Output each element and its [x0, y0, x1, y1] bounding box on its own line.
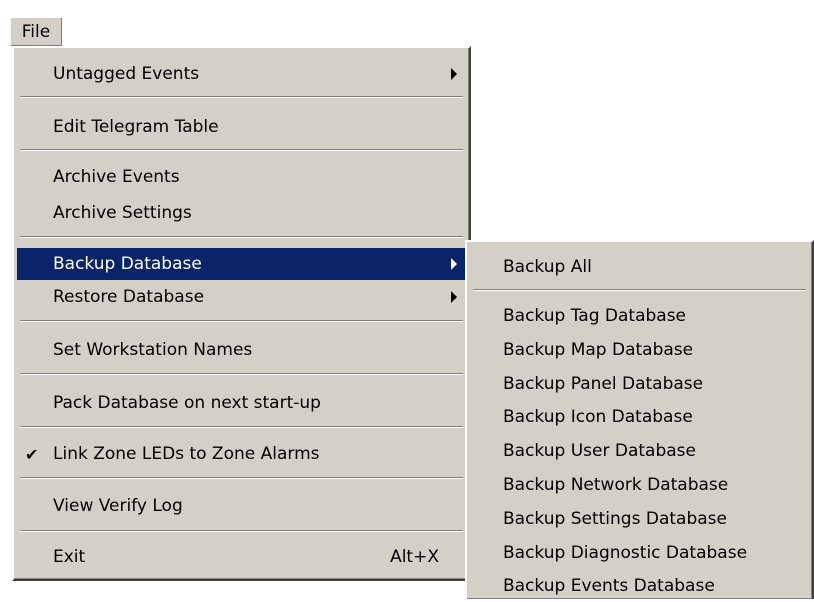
menu-separator [20, 477, 463, 479]
submenu-item-backup-map-database[interactable]: Backup Map Database [470, 334, 808, 366]
menu-item-label: Archive Settings [53, 203, 192, 223]
shortcut-label: Alt+X [390, 547, 439, 567]
menu-item-label: Link Zone LEDs to Zone Alarms [53, 444, 320, 464]
submenu-item-backup-events-database[interactable]: Backup Events Database [470, 570, 808, 602]
file-menu-label: File [21, 21, 51, 42]
menu-item-set-workstation-names[interactable]: Set Workstation Names [17, 334, 465, 366]
submenu-arrow-icon [451, 68, 457, 80]
menu-separator [20, 149, 463, 151]
menu-separator [20, 426, 463, 428]
menu-item-archive-events[interactable]: Archive Events [17, 161, 465, 193]
menu-item-label: Edit Telegram Table [53, 117, 219, 137]
menu-item-untagged-events[interactable]: Untagged Events [17, 58, 465, 90]
menu-item-label: Backup User Database [503, 441, 696, 461]
submenu-item-backup-settings-database[interactable]: Backup Settings Database [470, 503, 808, 535]
menu-item-backup-database[interactable]: Backup Database [17, 248, 465, 280]
menu-item-label: Backup Diagnostic Database [503, 543, 748, 563]
menu-item-label: Backup Network Database [503, 475, 729, 495]
submenu-arrow-icon [451, 258, 457, 270]
menu-separator [473, 289, 806, 291]
menu-item-label: Backup Database [53, 254, 202, 274]
menu-item-label: Backup Settings Database [503, 509, 727, 529]
menu-item-label: Backup Panel Database [503, 374, 704, 394]
menu-item-label: Untagged Events [53, 64, 200, 84]
menu-separator [20, 530, 463, 532]
submenu-item-backup-network-database[interactable]: Backup Network Database [470, 469, 808, 501]
check-icon: ✔ [25, 445, 39, 464]
menu-item-label: Backup All [503, 257, 592, 277]
submenu-item-backup-tag-database[interactable]: Backup Tag Database [470, 300, 808, 332]
submenu-item-backup-diagnostic-database[interactable]: Backup Diagnostic Database [470, 537, 808, 569]
menu-item-label: Archive Events [53, 167, 180, 187]
menu-separator [20, 320, 463, 322]
menu-item-pack-database[interactable]: Pack Database on next start-up [17, 387, 465, 419]
menu-item-restore-database[interactable]: Restore Database [17, 281, 465, 313]
file-menu-button[interactable]: File [10, 17, 62, 46]
submenu-item-backup-all[interactable]: Backup All [470, 251, 808, 283]
menu-item-label: Exit [53, 547, 86, 567]
menu-item-label: Set Workstation Names [53, 340, 253, 360]
menu-item-label: Pack Database on next start-up [53, 393, 321, 413]
menu-item-label: Restore Database [53, 287, 205, 307]
menu-item-label: Backup Events Database [503, 576, 715, 596]
menu-item-label: Backup Map Database [503, 340, 694, 360]
menu-separator [20, 236, 463, 238]
file-menu: Untagged Events Edit Telegram Table Arch… [12, 46, 471, 581]
menu-separator [20, 373, 463, 375]
menu-item-edit-telegram-table[interactable]: Edit Telegram Table [17, 111, 465, 143]
menu-separator [20, 96, 463, 98]
submenu-item-backup-user-database[interactable]: Backup User Database [470, 435, 808, 467]
submenu-item-backup-icon-database[interactable]: Backup Icon Database [470, 401, 808, 433]
menu-item-label: View Verify Log [53, 496, 183, 516]
menu-item-exit[interactable]: Exit Alt+X [17, 541, 465, 573]
menu-item-archive-settings[interactable]: Archive Settings [17, 197, 465, 229]
menu-item-link-zone-leds[interactable]: ✔ Link Zone LEDs to Zone Alarms [17, 438, 465, 470]
menu-item-label: Backup Icon Database [503, 407, 693, 427]
backup-database-submenu: Backup All Backup Tag Database Backup Ma… [465, 240, 814, 599]
menu-item-label: Backup Tag Database [503, 306, 687, 326]
submenu-arrow-icon [451, 291, 457, 303]
menu-item-view-verify-log[interactable]: View Verify Log [17, 490, 465, 522]
submenu-item-backup-panel-database[interactable]: Backup Panel Database [470, 368, 808, 400]
